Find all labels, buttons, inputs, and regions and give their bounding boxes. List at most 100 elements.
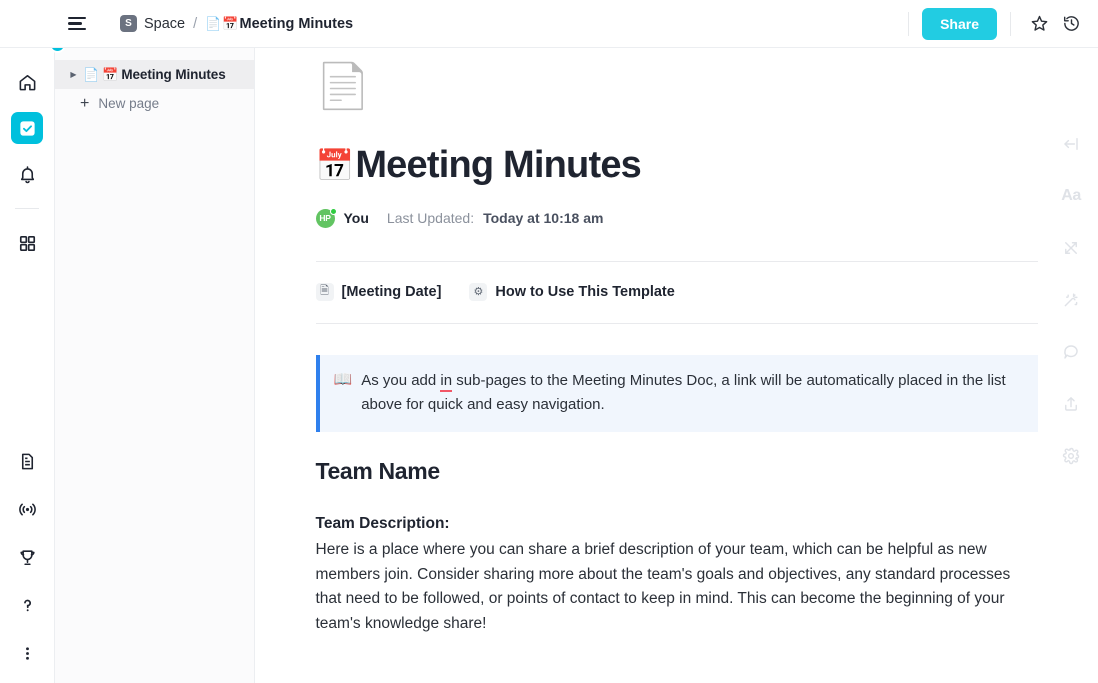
document-scroll-area[interactable]: 📄 📅 Meeting Minutes HP You Last Updated:… bbox=[255, 48, 1098, 683]
calendar-emoji-icon: 📅 bbox=[222, 15, 239, 31]
page-emoji-icon: 📄 bbox=[205, 15, 222, 31]
rail-primary-icons bbox=[11, 66, 43, 259]
toolbar-divider bbox=[908, 11, 910, 36]
sub-page-link-meeting-date[interactable]: 🗎 [Meeting Date] bbox=[315, 282, 442, 301]
doc-cover-emoji[interactable]: 📄 bbox=[316, 65, 1038, 109]
breadcrumb-doc-label: Meeting Minutes bbox=[239, 15, 354, 32]
app-root: › bbox=[0, 0, 1098, 683]
callout-text: As you add in sub-pages to the Meeting M… bbox=[361, 369, 1021, 418]
top-bar: S Space / 📄 📅 Meeting Minutes Share bbox=[0, 0, 1098, 48]
document-page: 📄 📅 Meeting Minutes HP You Last Updated:… bbox=[315, 48, 1038, 636]
sidebar-item-label: Meeting Minutes bbox=[121, 67, 226, 82]
left-icon-rail: › bbox=[0, 0, 66, 683]
avatar[interactable]: HP bbox=[315, 207, 337, 228]
avatar-initials: HP bbox=[319, 213, 331, 224]
trophy-icon bbox=[20, 549, 35, 565]
right-icon-rail: Aa bbox=[1044, 48, 1098, 683]
last-updated-value: Today at 10:18 am bbox=[483, 210, 604, 227]
broadcast-icon bbox=[19, 503, 36, 515]
hamburger-line bbox=[68, 22, 82, 25]
grid-icon bbox=[19, 235, 35, 251]
comment-bubble-icon bbox=[1064, 345, 1078, 359]
shuffle-arrows-icon bbox=[1065, 242, 1077, 254]
breadcrumb-doc[interactable]: 📄 📅 Meeting Minutes bbox=[205, 16, 353, 32]
hamburger-line bbox=[68, 28, 86, 31]
arrow-left-bar-icon bbox=[1064, 138, 1078, 150]
history-button[interactable] bbox=[1056, 9, 1086, 39]
rail-item-notifications[interactable] bbox=[11, 158, 43, 190]
gear-emoji-icon: ⚙ bbox=[469, 282, 488, 301]
check-square-icon bbox=[19, 120, 35, 136]
page-emoji-icon: 📄 bbox=[83, 67, 100, 82]
breadcrumb-space-label[interactable]: Space bbox=[144, 16, 185, 32]
rail-divider bbox=[15, 208, 39, 209]
top-bar-actions: Share bbox=[897, 7, 1086, 40]
rail-item-docs[interactable] bbox=[12, 445, 44, 477]
breadcrumb: S Space / 📄 📅 Meeting Minutes bbox=[120, 15, 897, 32]
page-title[interactable]: 📅 Meeting Minutes bbox=[315, 144, 1038, 187]
bell-icon bbox=[20, 165, 34, 183]
doc-meta-row: HP You Last Updated: Today at 10:18 am bbox=[315, 207, 1038, 228]
doc-page-tree: ▶ 📄 📅 Meeting Minutes + New page bbox=[55, 48, 254, 118]
gear-icon bbox=[1062, 447, 1080, 465]
rail-item-home[interactable] bbox=[11, 66, 43, 98]
sidebar-item-meeting-minutes[interactable]: ▶ 📄 📅 Meeting Minutes bbox=[55, 60, 254, 89]
doc-sidebar: Meeting Minutes ▶ 📄 📅 Meeting Minutes + bbox=[55, 0, 255, 683]
right-rail-comments[interactable] bbox=[1057, 338, 1085, 366]
right-rail-settings[interactable] bbox=[1057, 442, 1085, 470]
breadcrumb-separator: / bbox=[193, 15, 198, 32]
favorite-button[interactable] bbox=[1024, 9, 1054, 39]
upload-icon bbox=[1065, 397, 1077, 411]
share-button[interactable]: Share bbox=[922, 7, 997, 40]
history-icon bbox=[1063, 16, 1079, 31]
new-page-button[interactable]: + New page bbox=[55, 89, 254, 118]
divider bbox=[315, 260, 1038, 262]
doc-author: You bbox=[343, 210, 369, 227]
rail-item-more[interactable] bbox=[12, 637, 44, 669]
calendar-emoji-icon: 📅 bbox=[315, 148, 355, 184]
sub-page-link-label: [Meeting Date] bbox=[341, 283, 442, 300]
chevron-right-icon[interactable]: ▶ bbox=[67, 70, 80, 79]
book-emoji-icon: 📖 bbox=[333, 370, 353, 388]
toolbar-divider bbox=[1010, 11, 1011, 36]
right-rail-relationships[interactable] bbox=[1057, 234, 1085, 262]
last-updated-label: Last Updated: bbox=[386, 210, 475, 227]
right-rail-collapse-panel[interactable] bbox=[1057, 130, 1085, 158]
font-size-icon: Aa bbox=[1061, 187, 1081, 204]
rail-item-broadcast[interactable] bbox=[12, 493, 44, 525]
hamburger-line bbox=[68, 16, 86, 19]
space-badge[interactable]: S bbox=[120, 15, 137, 32]
team-description-label[interactable]: Team Description: bbox=[316, 515, 1038, 533]
sub-page-link-label: How to Use This Template bbox=[495, 283, 675, 300]
document-icon bbox=[21, 453, 34, 469]
menu-toggle-button[interactable] bbox=[68, 12, 92, 36]
right-rail-ai-assist[interactable] bbox=[1057, 286, 1085, 314]
online-status-dot bbox=[329, 207, 337, 215]
star-icon bbox=[1031, 15, 1047, 31]
callout-text-after: sub-pages to the Meeting Minutes Doc, a … bbox=[361, 371, 1006, 414]
team-description-body[interactable]: Here is a place where you can share a br… bbox=[316, 538, 1038, 636]
rail-item-help[interactable] bbox=[12, 589, 44, 621]
sub-page-link-how-to-use[interactable]: ⚙ How to Use This Template bbox=[469, 282, 675, 301]
question-mark-icon bbox=[24, 599, 32, 611]
home-icon bbox=[19, 74, 35, 90]
rail-item-goals[interactable] bbox=[12, 541, 44, 573]
rail-bottom-icons bbox=[0, 445, 55, 669]
plus-icon: + bbox=[80, 94, 90, 112]
magic-wand-icon bbox=[1064, 293, 1078, 307]
page-title-text: Meeting Minutes bbox=[355, 144, 641, 186]
rail-item-dashboards[interactable] bbox=[11, 227, 43, 259]
right-rail-typography[interactable]: Aa bbox=[1057, 182, 1085, 210]
page-icon: 🗎 bbox=[315, 282, 334, 301]
rail-item-tasks[interactable] bbox=[11, 112, 43, 144]
callout-box[interactable]: 📖 As you add in sub-pages to the Meeting… bbox=[315, 354, 1038, 433]
sub-page-links: 🗎 [Meeting Date] ⚙ How to Use This Templ… bbox=[315, 282, 1038, 301]
main-area: S Space / 📄 📅 Meeting Minutes Share 📄 📅 … bbox=[0, 0, 1098, 683]
divider bbox=[315, 322, 1038, 324]
spellcheck-error-word[interactable]: in bbox=[440, 371, 453, 392]
more-vertical-icon bbox=[26, 646, 29, 660]
right-rail-share-export[interactable] bbox=[1057, 390, 1085, 418]
heading-team-name[interactable]: Team Name bbox=[316, 458, 1038, 485]
new-page-label: New page bbox=[98, 96, 160, 111]
calendar-emoji-icon: 📅 bbox=[102, 67, 119, 82]
